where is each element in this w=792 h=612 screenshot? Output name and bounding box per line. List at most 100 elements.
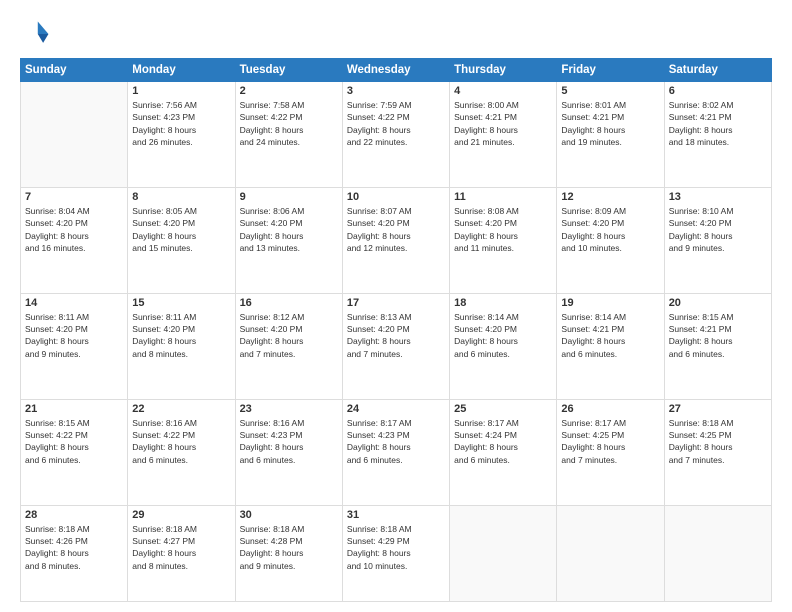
day-info: Sunrise: 8:12 AM Sunset: 4:20 PM Dayligh… bbox=[240, 311, 338, 360]
day-info: Sunrise: 8:07 AM Sunset: 4:20 PM Dayligh… bbox=[347, 205, 445, 254]
logo bbox=[20, 18, 56, 50]
calendar-header-row: SundayMondayTuesdayWednesdayThursdayFrid… bbox=[21, 59, 772, 82]
day-number: 16 bbox=[240, 297, 338, 309]
day-info: Sunrise: 8:09 AM Sunset: 4:20 PM Dayligh… bbox=[561, 205, 659, 254]
calendar-cell: 11 Sunrise: 8:08 AM Sunset: 4:20 PM Dayli… bbox=[450, 187, 557, 293]
calendar-cell: 4 Sunrise: 8:00 AM Sunset: 4:21 PM Daylig… bbox=[450, 82, 557, 188]
day-info: Sunrise: 8:00 AM Sunset: 4:21 PM Dayligh… bbox=[454, 99, 552, 148]
day-info: Sunrise: 8:05 AM Sunset: 4:20 PM Dayligh… bbox=[132, 205, 230, 254]
day-info: Sunrise: 8:17 AM Sunset: 4:23 PM Dayligh… bbox=[347, 417, 445, 466]
day-info: Sunrise: 8:18 AM Sunset: 4:29 PM Dayligh… bbox=[347, 523, 445, 572]
day-number: 27 bbox=[669, 403, 767, 415]
calendar-cell: 20Sunrise: 8:15 AM Sunset: 4:21 PM Dayli… bbox=[664, 293, 771, 399]
day-number: 10 bbox=[347, 191, 445, 203]
day-number: 18 bbox=[454, 297, 552, 309]
calendar-cell: 23 Sunrise: 8:16 AM Sunset: 4:23 PM Dayli… bbox=[235, 399, 342, 505]
calendar-cell: 1Sunrise: 7:56 AM Sunset: 4:23 PM Daylig… bbox=[128, 82, 235, 188]
week-row-2: 7 Sunrise: 8:04 AM Sunset: 4:20 PM Daylig… bbox=[21, 187, 772, 293]
day-info: Sunrise: 7:56 AM Sunset: 4:23 PM Dayligh… bbox=[132, 99, 230, 148]
day-number: 8 bbox=[132, 191, 230, 203]
day-info: Sunrise: 8:15 AM Sunset: 4:22 PM Dayligh… bbox=[25, 417, 123, 466]
day-info: Sunrise: 8:15 AM Sunset: 4:21 PM Dayligh… bbox=[669, 311, 767, 360]
day-number: 14 bbox=[25, 297, 123, 309]
calendar-cell: 13 Sunrise: 8:10 AM Sunset: 4:20 PM Dayli… bbox=[664, 187, 771, 293]
day-number: 7 bbox=[25, 191, 123, 203]
day-number: 12 bbox=[561, 191, 659, 203]
day-number: 22 bbox=[132, 403, 230, 415]
day-info: Sunrise: 8:16 AM Sunset: 4:22 PM Dayligh… bbox=[132, 417, 230, 466]
day-number: 21 bbox=[25, 403, 123, 415]
day-number: 9 bbox=[240, 191, 338, 203]
day-number: 24 bbox=[347, 403, 445, 415]
calendar-cell: 24 Sunrise: 8:17 AM Sunset: 4:23 PM Dayli… bbox=[342, 399, 449, 505]
day-number: 29 bbox=[132, 509, 230, 521]
calendar-cell: 22 Sunrise: 8:16 AM Sunset: 4:22 PM Dayli… bbox=[128, 399, 235, 505]
calendar-cell: 17 Sunrise: 8:13 AM Sunset: 4:20 PM Dayli… bbox=[342, 293, 449, 399]
day-info: Sunrise: 8:02 AM Sunset: 4:21 PM Dayligh… bbox=[669, 99, 767, 148]
header bbox=[20, 18, 772, 50]
calendar-cell: 2 Sunrise: 7:58 AM Sunset: 4:22 PM Daylig… bbox=[235, 82, 342, 188]
day-info: Sunrise: 8:18 AM Sunset: 4:26 PM Dayligh… bbox=[25, 523, 123, 572]
day-number: 2 bbox=[240, 85, 338, 97]
day-info: Sunrise: 8:08 AM Sunset: 4:20 PM Dayligh… bbox=[454, 205, 552, 254]
calendar-cell bbox=[664, 505, 771, 601]
calendar-cell: 18 Sunrise: 8:14 AM Sunset: 4:20 PM Dayli… bbox=[450, 293, 557, 399]
calendar-cell: 5Sunrise: 8:01 AM Sunset: 4:21 PM Daylig… bbox=[557, 82, 664, 188]
day-number: 30 bbox=[240, 509, 338, 521]
day-info: Sunrise: 8:18 AM Sunset: 4:28 PM Dayligh… bbox=[240, 523, 338, 572]
day-number: 31 bbox=[347, 509, 445, 521]
calendar-cell: 15 Sunrise: 8:11 AM Sunset: 4:20 PM Dayli… bbox=[128, 293, 235, 399]
day-info: Sunrise: 8:18 AM Sunset: 4:27 PM Dayligh… bbox=[132, 523, 230, 572]
calendar-cell: 31 Sunrise: 8:18 AM Sunset: 4:29 PM Dayli… bbox=[342, 505, 449, 601]
calendar-cell: 29 Sunrise: 8:18 AM Sunset: 4:27 PM Dayli… bbox=[128, 505, 235, 601]
calendar-cell: 28 Sunrise: 8:18 AM Sunset: 4:26 PM Dayli… bbox=[21, 505, 128, 601]
col-header-monday: Monday bbox=[128, 59, 235, 82]
day-info: Sunrise: 8:11 AM Sunset: 4:20 PM Dayligh… bbox=[132, 311, 230, 360]
day-info: Sunrise: 8:14 AM Sunset: 4:21 PM Dayligh… bbox=[561, 311, 659, 360]
col-header-tuesday: Tuesday bbox=[235, 59, 342, 82]
day-number: 23 bbox=[240, 403, 338, 415]
calendar-cell: 21 Sunrise: 8:15 AM Sunset: 4:22 PM Dayli… bbox=[21, 399, 128, 505]
calendar-table: SundayMondayTuesdayWednesdayThursdayFrid… bbox=[20, 58, 772, 602]
day-number: 13 bbox=[669, 191, 767, 203]
day-number: 11 bbox=[454, 191, 552, 203]
calendar-cell: 9 Sunrise: 8:06 AM Sunset: 4:20 PM Daylig… bbox=[235, 187, 342, 293]
day-info: Sunrise: 8:14 AM Sunset: 4:20 PM Dayligh… bbox=[454, 311, 552, 360]
day-number: 5 bbox=[561, 85, 659, 97]
day-info: Sunrise: 8:13 AM Sunset: 4:20 PM Dayligh… bbox=[347, 311, 445, 360]
day-info: Sunrise: 8:16 AM Sunset: 4:23 PM Dayligh… bbox=[240, 417, 338, 466]
week-row-1: 1Sunrise: 7:56 AM Sunset: 4:23 PM Daylig… bbox=[21, 82, 772, 188]
calendar-cell: 3 Sunrise: 7:59 AM Sunset: 4:22 PM Daylig… bbox=[342, 82, 449, 188]
day-info: Sunrise: 8:10 AM Sunset: 4:20 PM Dayligh… bbox=[669, 205, 767, 254]
calendar-cell: 26 Sunrise: 8:17 AM Sunset: 4:25 PM Dayli… bbox=[557, 399, 664, 505]
calendar-cell bbox=[557, 505, 664, 601]
day-number: 4 bbox=[454, 85, 552, 97]
calendar-cell bbox=[450, 505, 557, 601]
day-number: 26 bbox=[561, 403, 659, 415]
day-info: Sunrise: 8:17 AM Sunset: 4:24 PM Dayligh… bbox=[454, 417, 552, 466]
calendar-cell: 12 Sunrise: 8:09 AM Sunset: 4:20 PM Dayli… bbox=[557, 187, 664, 293]
week-row-4: 21 Sunrise: 8:15 AM Sunset: 4:22 PM Dayli… bbox=[21, 399, 772, 505]
col-header-wednesday: Wednesday bbox=[342, 59, 449, 82]
calendar-cell: 7 Sunrise: 8:04 AM Sunset: 4:20 PM Daylig… bbox=[21, 187, 128, 293]
week-row-3: 14 Sunrise: 8:11 AM Sunset: 4:20 PM Dayli… bbox=[21, 293, 772, 399]
calendar-cell: 19 Sunrise: 8:14 AM Sunset: 4:21 PM Dayli… bbox=[557, 293, 664, 399]
calendar-cell: 14Sunrise: 8:11 AM Sunset: 4:20 PM Dayli… bbox=[21, 293, 128, 399]
calendar-cell: 30 Sunrise: 8:18 AM Sunset: 4:28 PM Dayli… bbox=[235, 505, 342, 601]
calendar-cell: 27Sunrise: 8:18 AM Sunset: 4:25 PM Dayli… bbox=[664, 399, 771, 505]
day-info: Sunrise: 8:17 AM Sunset: 4:25 PM Dayligh… bbox=[561, 417, 659, 466]
calendar-cell: 25Sunrise: 8:17 AM Sunset: 4:24 PM Dayli… bbox=[450, 399, 557, 505]
day-number: 3 bbox=[347, 85, 445, 97]
col-header-thursday: Thursday bbox=[450, 59, 557, 82]
day-number: 15 bbox=[132, 297, 230, 309]
col-header-saturday: Saturday bbox=[664, 59, 771, 82]
day-number: 19 bbox=[561, 297, 659, 309]
day-info: Sunrise: 7:59 AM Sunset: 4:22 PM Dayligh… bbox=[347, 99, 445, 148]
calendar-cell bbox=[21, 82, 128, 188]
day-info: Sunrise: 8:04 AM Sunset: 4:20 PM Dayligh… bbox=[25, 205, 123, 254]
day-number: 28 bbox=[25, 509, 123, 521]
day-number: 17 bbox=[347, 297, 445, 309]
day-info: Sunrise: 7:58 AM Sunset: 4:22 PM Dayligh… bbox=[240, 99, 338, 148]
day-info: Sunrise: 8:06 AM Sunset: 4:20 PM Dayligh… bbox=[240, 205, 338, 254]
col-header-sunday: Sunday bbox=[21, 59, 128, 82]
